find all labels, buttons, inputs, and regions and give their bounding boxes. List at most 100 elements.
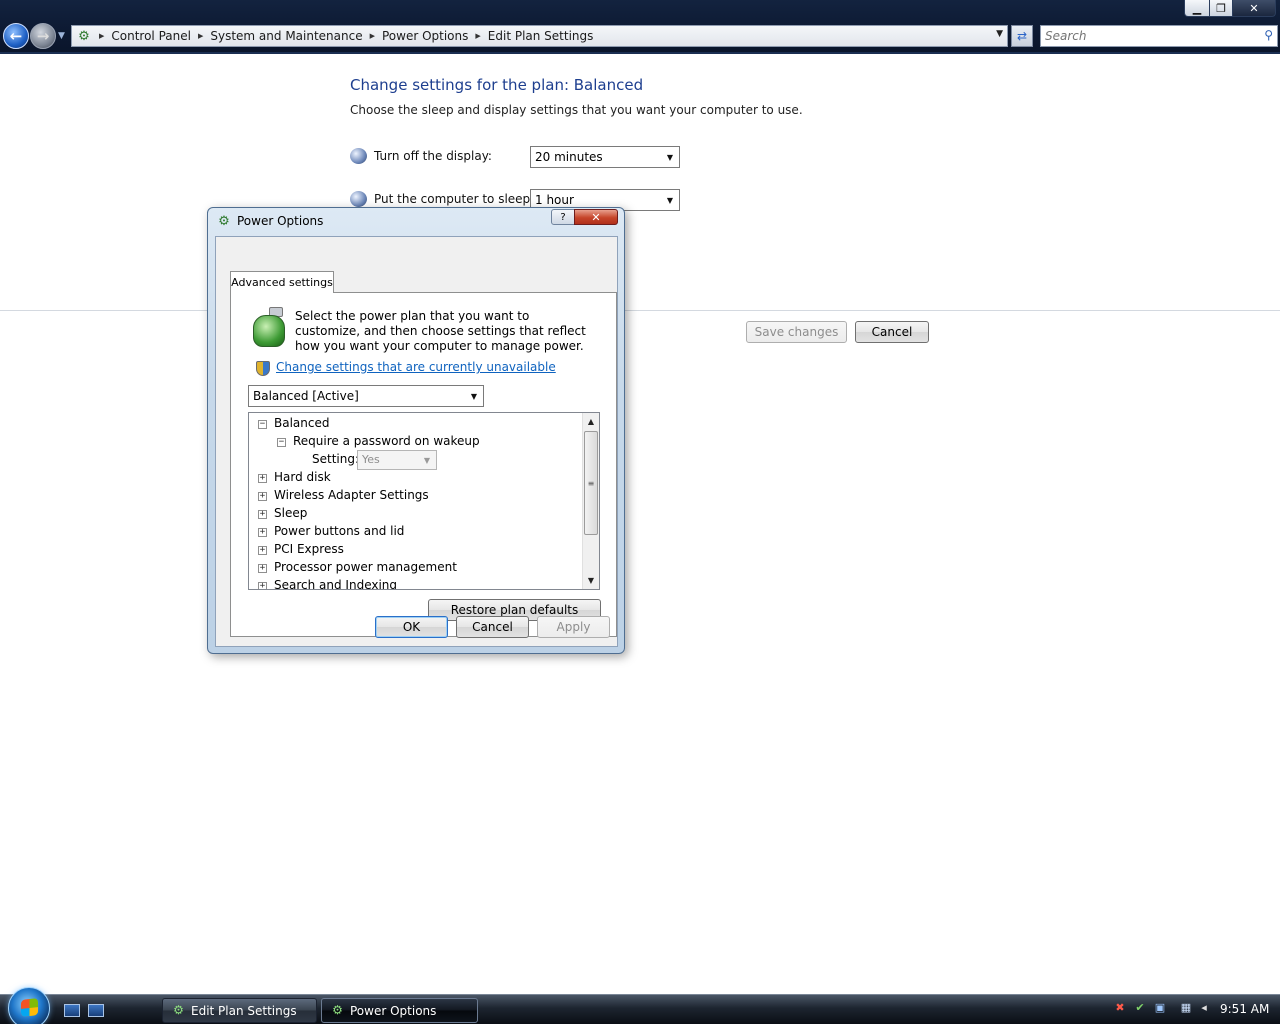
breadcrumb-separator-icon[interactable]: ▶ bbox=[195, 32, 206, 40]
network-status-icon[interactable]: ▦ bbox=[1179, 1001, 1193, 1015]
tree-item-processor[interactable]: Processor power management bbox=[274, 560, 457, 574]
chevron-down-icon[interactable]: ▼ bbox=[466, 387, 482, 405]
breadcrumb-edit-plan-settings[interactable]: Edit Plan Settings bbox=[484, 29, 598, 43]
tree-item-wireless[interactable]: Wireless Adapter Settings bbox=[274, 488, 429, 502]
minimize-button[interactable]: ▁ bbox=[1184, 0, 1210, 17]
page-cancel-button[interactable]: Cancel bbox=[855, 321, 929, 343]
chevron-down-icon[interactable]: ▼ bbox=[662, 148, 678, 166]
sleep-timeout-label: Put the computer to sleep: bbox=[374, 192, 535, 206]
scroll-up-icon[interactable]: ▲ bbox=[583, 413, 599, 429]
password-setting-value: Yes bbox=[362, 453, 380, 466]
intro-text: Select the power plan that you want to c… bbox=[295, 309, 586, 353]
breadcrumb-system-and-maintenance[interactable]: System and Maintenance bbox=[206, 29, 366, 43]
expand-icon[interactable]: + bbox=[258, 510, 267, 519]
clock[interactable]: 9:51 AM bbox=[1220, 1002, 1269, 1016]
maximize-button[interactable]: ❐ bbox=[1209, 0, 1233, 17]
expand-icon[interactable]: + bbox=[258, 564, 267, 573]
power-plan-select[interactable]: Balanced [Active] ▼ bbox=[248, 385, 484, 407]
windows-logo-icon bbox=[21, 998, 38, 1017]
defender-icon[interactable]: ✔ bbox=[1133, 1001, 1147, 1015]
refresh-icon: ⇄ bbox=[1016, 29, 1028, 43]
scroll-down-icon[interactable]: ▼ bbox=[583, 572, 599, 588]
breadcrumb-separator-icon[interactable]: ▶ bbox=[472, 32, 483, 40]
expand-icon[interactable]: + bbox=[258, 474, 267, 483]
search-box[interactable]: ⚲ bbox=[1040, 25, 1278, 47]
switch-windows-icon[interactable] bbox=[88, 1004, 104, 1017]
collapse-icon[interactable]: − bbox=[258, 420, 267, 429]
page-title: Change settings for the plan: Balanced bbox=[350, 76, 644, 94]
battery-icon bbox=[253, 315, 285, 347]
setting-label: Setting: bbox=[312, 452, 360, 466]
save-changes-button[interactable]: Save changes bbox=[746, 321, 847, 343]
help-button[interactable]: ? bbox=[551, 209, 575, 225]
control-panel-icon: ⚙ bbox=[173, 1003, 184, 1017]
network-icon[interactable]: ▣ bbox=[1153, 1001, 1167, 1015]
collapse-icon[interactable]: − bbox=[277, 438, 286, 447]
taskbar: ⚙ Edit Plan Settings ⚙ Power Options ✖ ✔… bbox=[0, 987, 1280, 1024]
expand-icon[interactable]: + bbox=[258, 528, 267, 537]
monitor-clock-icon bbox=[350, 148, 367, 164]
start-button[interactable] bbox=[8, 987, 50, 1024]
tree-item-pci-express[interactable]: PCI Express bbox=[274, 542, 344, 556]
dialog-body: Advanced settings Select the power plan … bbox=[215, 236, 618, 647]
power-options-dialog: ⚙ Power Options ? ✕ Advanced settings Se… bbox=[207, 207, 625, 654]
system-tray: ✖ ✔ ▣ ▦ ◂ bbox=[1113, 1001, 1213, 1019]
volume-muted-icon[interactable]: ◂ bbox=[1197, 1001, 1211, 1015]
dialog-close-button[interactable]: ✕ bbox=[574, 209, 618, 225]
tree-item-power-buttons[interactable]: Power buttons and lid bbox=[274, 524, 404, 538]
breadcrumb-separator-icon[interactable]: ▶ bbox=[367, 32, 378, 40]
power-options-icon: ⚙ bbox=[332, 1003, 343, 1017]
display-timeout-value: 20 minutes bbox=[535, 150, 603, 164]
recent-pages-dropdown[interactable]: ▼ bbox=[58, 31, 65, 41]
tree-item-hard-disk[interactable]: Hard disk bbox=[274, 470, 331, 484]
chevron-down-icon[interactable]: ▼ bbox=[662, 191, 678, 209]
search-icon[interactable]: ⚲ bbox=[1264, 28, 1273, 42]
apply-button[interactable]: Apply bbox=[537, 616, 610, 638]
chevron-down-icon: ▼ bbox=[423, 455, 431, 465]
ok-button[interactable]: OK bbox=[375, 616, 448, 638]
show-desktop-icon[interactable] bbox=[64, 1004, 80, 1017]
power-options-icon: ⚙ bbox=[218, 214, 230, 229]
breadcrumb-separator-icon: ▶ bbox=[99, 32, 105, 40]
close-button[interactable]: ✕ bbox=[1232, 0, 1276, 17]
uac-shield-icon bbox=[256, 361, 270, 376]
tab-advanced-settings[interactable]: Advanced settings bbox=[230, 271, 334, 293]
task-power-options[interactable]: ⚙ Power Options bbox=[321, 998, 478, 1023]
task-label: Edit Plan Settings bbox=[191, 1004, 297, 1018]
dialog-title: Power Options bbox=[237, 214, 324, 228]
task-label: Power Options bbox=[350, 1004, 437, 1018]
tree-item-balanced[interactable]: Balanced bbox=[274, 416, 329, 430]
power-plan-value: Balanced [Active] bbox=[253, 389, 359, 403]
advanced-settings-panel: Select the power plan that you want to c… bbox=[230, 292, 617, 637]
expand-icon[interactable]: + bbox=[258, 582, 267, 589]
back-button[interactable]: ← bbox=[3, 23, 29, 49]
display-timeout-label: Turn off the display: bbox=[374, 149, 492, 163]
display-timeout-select[interactable]: 20 minutes ▼ bbox=[530, 146, 680, 168]
settings-tree[interactable]: − Balanced − Require a password on wakeu… bbox=[248, 412, 600, 590]
change-unavailable-settings-link[interactable]: Change settings that are currently unava… bbox=[276, 360, 556, 374]
breadcrumb-power-options[interactable]: Power Options bbox=[378, 29, 472, 43]
control-panel-icon: ⚙ bbox=[78, 28, 90, 44]
moon-icon bbox=[350, 191, 367, 207]
tree-item-sleep[interactable]: Sleep bbox=[274, 506, 307, 520]
arrow-right-icon: → bbox=[36, 27, 50, 45]
security-alert-icon[interactable]: ✖ bbox=[1113, 1001, 1127, 1015]
chevron-down-icon[interactable]: ▼ bbox=[996, 29, 1003, 39]
task-edit-plan-settings[interactable]: ⚙ Edit Plan Settings bbox=[162, 998, 317, 1023]
address-bar[interactable]: ⚙ ▶ Control Panel ▶ System and Maintenan… bbox=[71, 25, 1008, 47]
refresh-button[interactable]: ⇄ bbox=[1011, 25, 1033, 47]
tree-item-search-indexing[interactable]: Search and Indexing bbox=[274, 578, 397, 589]
arrow-left-icon: ← bbox=[9, 27, 23, 45]
expand-icon[interactable]: + bbox=[258, 546, 267, 555]
expand-icon[interactable]: + bbox=[258, 492, 267, 501]
breadcrumb-control-panel[interactable]: Control Panel bbox=[107, 29, 195, 43]
tree-scrollbar[interactable]: ▲ ≡ ▼ bbox=[582, 413, 599, 589]
page-description: Choose the sleep and display settings th… bbox=[350, 103, 803, 117]
tree-item-require-password[interactable]: Require a password on wakeup bbox=[293, 434, 480, 448]
dialog-cancel-button[interactable]: Cancel bbox=[456, 616, 529, 638]
sleep-timeout-value: 1 hour bbox=[535, 193, 574, 207]
search-input[interactable] bbox=[1045, 29, 1255, 43]
scroll-thumb[interactable]: ≡ bbox=[584, 431, 598, 535]
divider bbox=[0, 310, 1280, 311]
forward-button[interactable]: → bbox=[30, 23, 56, 49]
